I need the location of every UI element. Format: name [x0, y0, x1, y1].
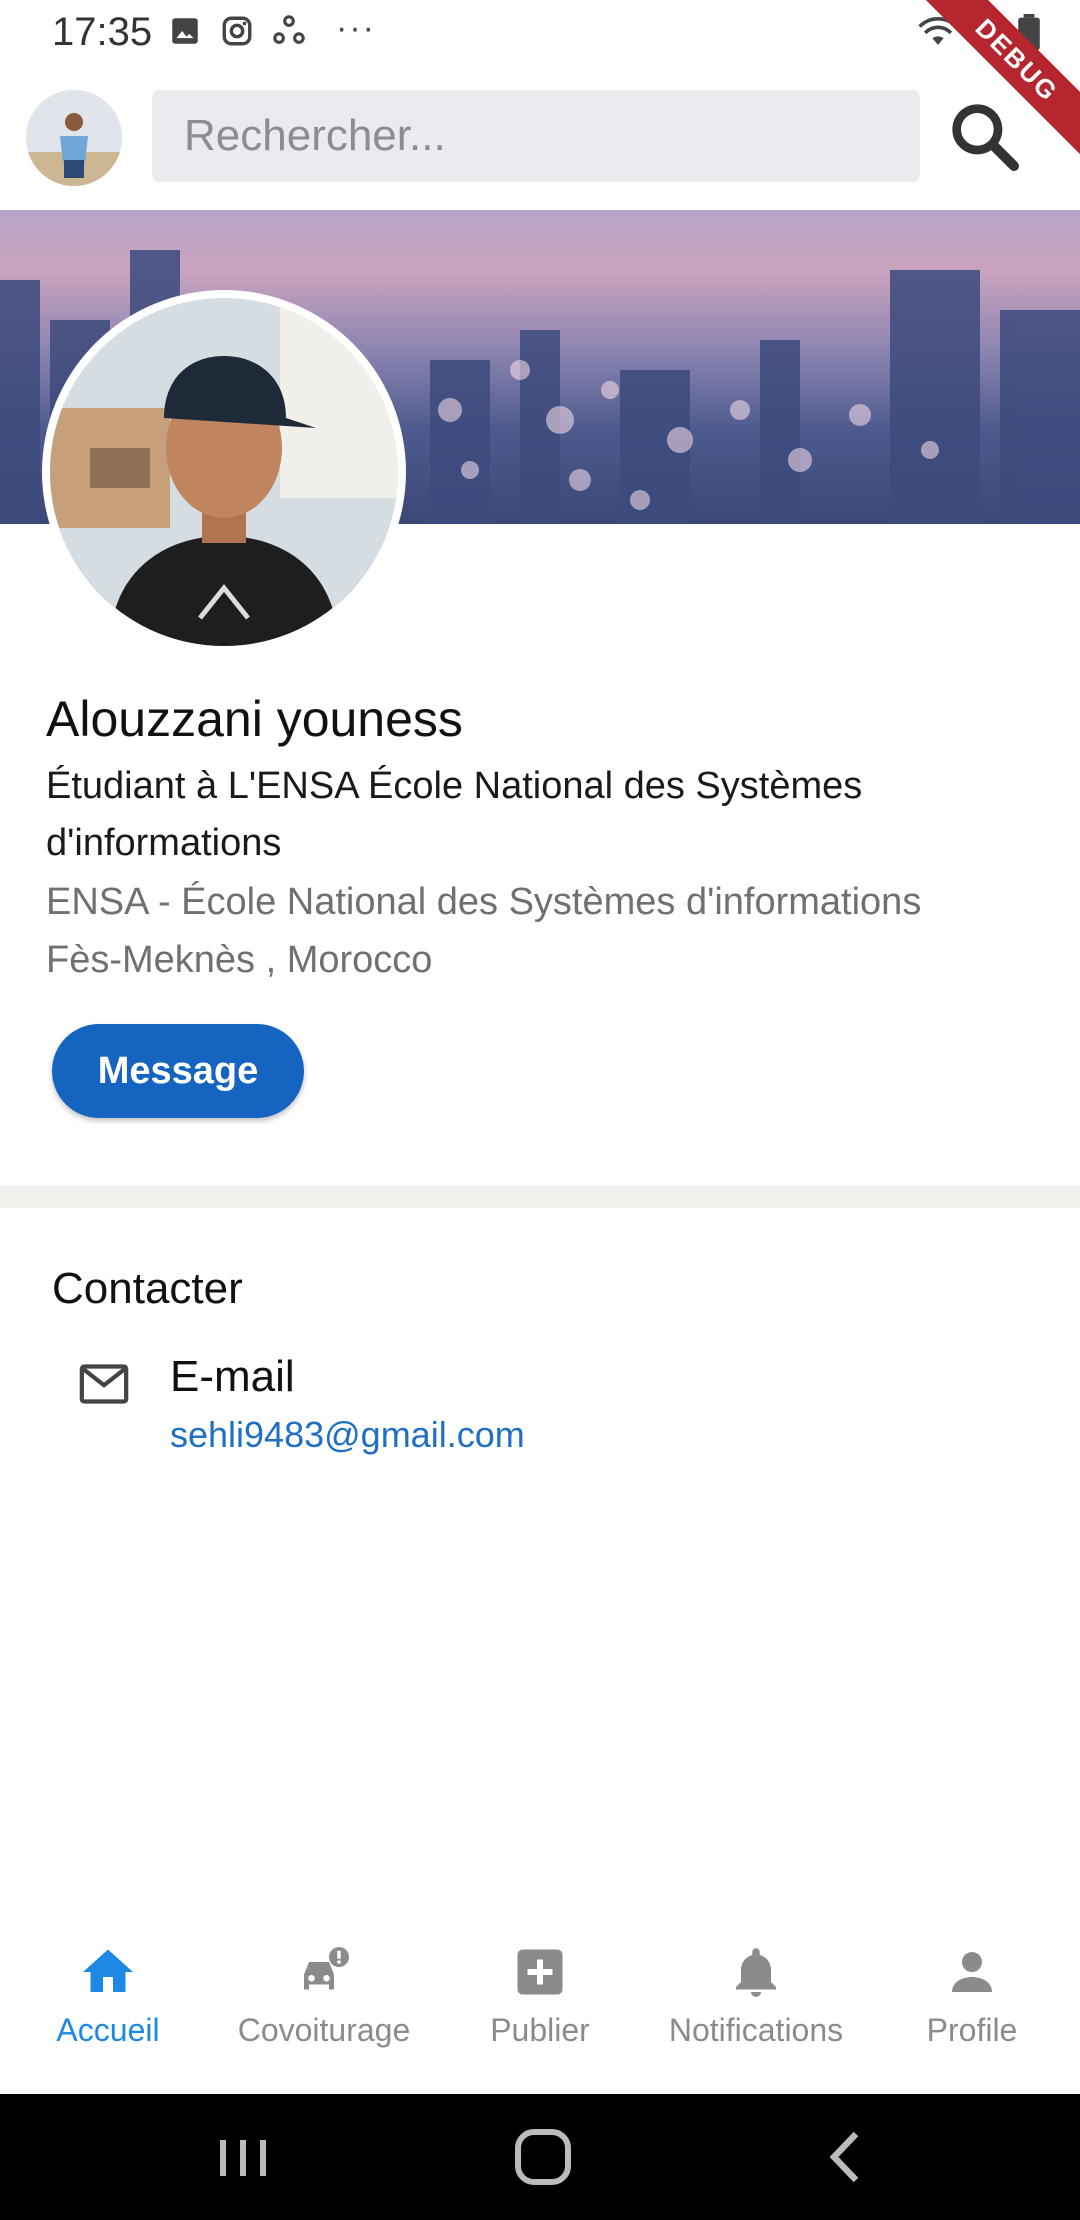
- mail-icon: [79, 1364, 129, 1404]
- email-label: E-mail: [170, 1352, 295, 1401]
- bell-icon: [736, 1948, 776, 1997]
- home-icon: [83, 1949, 133, 1992]
- profile-name: Alouzzani youness: [46, 691, 463, 747]
- search-box[interactable]: [152, 90, 920, 182]
- section-divider: [0, 1186, 1080, 1208]
- profile-photo-image: [50, 298, 398, 646]
- profile-headline: Étudiant à L'ENSA École National des Sys…: [46, 765, 863, 864]
- avatar[interactable]: [26, 90, 122, 186]
- home-button-icon[interactable]: [508, 2124, 578, 2190]
- overflow-dots: ···: [336, 8, 376, 47]
- nav-item-accueil[interactable]: Accueil: [0, 1920, 216, 2094]
- status-icons-left: ···: [168, 9, 376, 48]
- image-icon: [172, 18, 198, 44]
- bottom-navigation: Accueil Covoiturage Publier Notification…: [0, 1920, 1080, 2094]
- profile-location: Fès-Meknès , Morocco: [46, 939, 433, 981]
- message-button[interactable]: Message: [52, 1024, 304, 1118]
- nav-item-notifications[interactable]: Notifications: [648, 1920, 864, 2094]
- nav-item-profile[interactable]: Profile: [864, 1920, 1080, 2094]
- app-bar: [0, 80, 1080, 200]
- nav-label: Covoiturage: [237, 2012, 411, 2048]
- back-icon[interactable]: [812, 2124, 882, 2190]
- nav-item-covoiturage[interactable]: Covoiturage: [216, 1920, 432, 2094]
- search-icon[interactable]: [944, 96, 1024, 176]
- email-link[interactable]: sehli9483@gmail.com: [170, 1414, 525, 1456]
- avatar-image: [26, 90, 122, 186]
- add-box-icon: [517, 1949, 563, 1995]
- nav-label: Profile: [926, 2012, 1018, 2048]
- system-navigation-bar: [0, 2094, 1080, 2220]
- status-bar: 17:35 ···: [0, 0, 1080, 64]
- nav-item-publier[interactable]: Publier: [432, 1920, 648, 2094]
- status-time: 17:35: [52, 10, 153, 54]
- nav-label: Notifications: [668, 2012, 844, 2048]
- search-input[interactable]: [152, 90, 920, 182]
- profile-photo[interactable]: [42, 290, 406, 654]
- nav-label: Accueil: [56, 2012, 160, 2048]
- sync-icon: [273, 15, 305, 44]
- car-alert-icon: [304, 1947, 349, 1990]
- instagram-icon: [222, 16, 252, 46]
- profile-organization: ENSA - École National des Systèmes d'inf…: [46, 881, 922, 923]
- contact-section-title: Contacter: [52, 1264, 243, 1313]
- recent-apps-icon[interactable]: [208, 2124, 278, 2190]
- nav-label: Publier: [490, 2012, 590, 2048]
- person-icon: [952, 1952, 992, 1992]
